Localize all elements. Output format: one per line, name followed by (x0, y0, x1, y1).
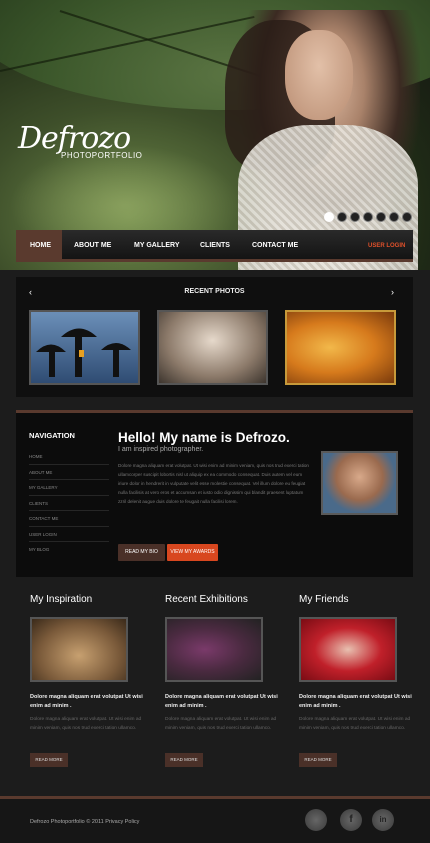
recent-photos-title: RECENT PHOTOS (184, 288, 245, 295)
site-tagline: PHOTOPORTFOLIO (61, 151, 143, 160)
column-body-text: Dolore magna aliquam erat volutpat. Ut w… (299, 717, 411, 731)
column-lead-text: Dolore magna aliquam erat volutpat Ut wi… (299, 694, 412, 709)
slider-dot[interactable] (324, 212, 334, 222)
sidebar-item-clients[interactable]: CLIENTS (29, 496, 109, 511)
column-body-text: Dolore magna aliquam erat volutpat. Ut w… (165, 717, 277, 731)
slider-dot[interactable] (376, 212, 386, 222)
nav-home[interactable]: HOME (16, 230, 62, 262)
sidebar-item-my-gallery[interactable]: MY GALLERY (29, 480, 109, 496)
sidebar-nav: HOME ABOUT ME MY GALLERY CLIENTS CONTACT… (29, 449, 109, 558)
chevron-right-icon[interactable]: › (391, 287, 394, 297)
read-more-button[interactable]: READ MORE (299, 753, 337, 767)
about-subheading: I am inspired photographer. (118, 446, 204, 453)
facebook-icon[interactable]: f (340, 809, 362, 831)
sidebar-item-my-blog[interactable]: MY BLOG (29, 542, 109, 558)
main-nav: HOME ABOUT ME MY GALLERY CLIENTS CONTACT… (16, 230, 413, 262)
photo-thumbnail[interactable] (285, 310, 396, 385)
sidebar-nav-title: NAVIGATION (29, 431, 75, 440)
hero-photo-face (285, 30, 353, 120)
footer: Defrozo Photoportfolio © 2011 Privacy Po… (0, 799, 430, 843)
friends-image[interactable] (299, 617, 397, 682)
nav-contact-me[interactable]: CONTACT ME (252, 230, 312, 262)
column-lead-text: Dolore magna aliquam erat volutpat Ut wi… (30, 694, 143, 709)
linkedin-icon[interactable]: in (372, 809, 394, 831)
column-body-text: Dolore magna aliquam erat volutpat. Ut w… (30, 717, 142, 731)
sidebar-item-user-login[interactable]: USER LOGIN (29, 527, 109, 542)
about-section: NAVIGATION HOME ABOUT ME MY GALLERY CLIE… (16, 410, 413, 577)
umbrella-people-image (36, 328, 131, 377)
read-more-button[interactable]: READ MORE (165, 753, 203, 767)
recent-photos-carousel: ‹ RECENT PHOTOS › (16, 277, 413, 397)
slider-dot[interactable] (363, 212, 373, 222)
nav-clients[interactable]: CLIENTS (200, 230, 240, 262)
sidebar-item-about-me[interactable]: ABOUT ME (29, 465, 109, 480)
delicious-icon[interactable] (305, 809, 327, 831)
photo-thumbnail[interactable] (157, 310, 268, 385)
sidebar-item-home[interactable]: HOME (29, 449, 109, 465)
inspiration-image[interactable] (30, 617, 128, 682)
slider-dot[interactable] (389, 212, 399, 222)
read-more-button[interactable]: READ MORE (30, 753, 68, 767)
column-lead-text: Dolore magna aliquam erat volutpat Ut wi… (165, 694, 278, 709)
about-text: Dolore magna aliquam erat volutpat. Ut w… (118, 463, 309, 504)
column-title-inspiration: My Inspiration (30, 594, 93, 605)
slider-dot[interactable] (337, 212, 347, 222)
slider-dot[interactable] (350, 212, 360, 222)
about-heading: Hello! My name is Defrozo. (118, 430, 290, 445)
slider-dot[interactable] (402, 212, 412, 222)
nav-about-me[interactable]: ABOUT ME (74, 230, 124, 262)
sidebar-item-contact-me[interactable]: CONTACT ME (29, 511, 109, 527)
view-my-awards-button[interactable]: VIEW MY AWARDS (167, 544, 218, 561)
user-login-link[interactable]: USER LOGIN (368, 230, 408, 262)
avatar (321, 451, 398, 515)
column-title-friends: My Friends (299, 594, 349, 605)
photo-thumbnail[interactable] (29, 310, 140, 385)
copyright-text: Defrozo Photoportfolio © 2011 Privacy Po… (30, 819, 140, 825)
nav-my-gallery[interactable]: MY GALLERY (134, 230, 194, 262)
exhibitions-image[interactable] (165, 617, 263, 682)
slider-pagination (324, 212, 412, 222)
read-my-bio-button[interactable]: READ MY BIO (118, 544, 165, 561)
column-title-exhibitions: Recent Exhibitions (165, 594, 248, 605)
